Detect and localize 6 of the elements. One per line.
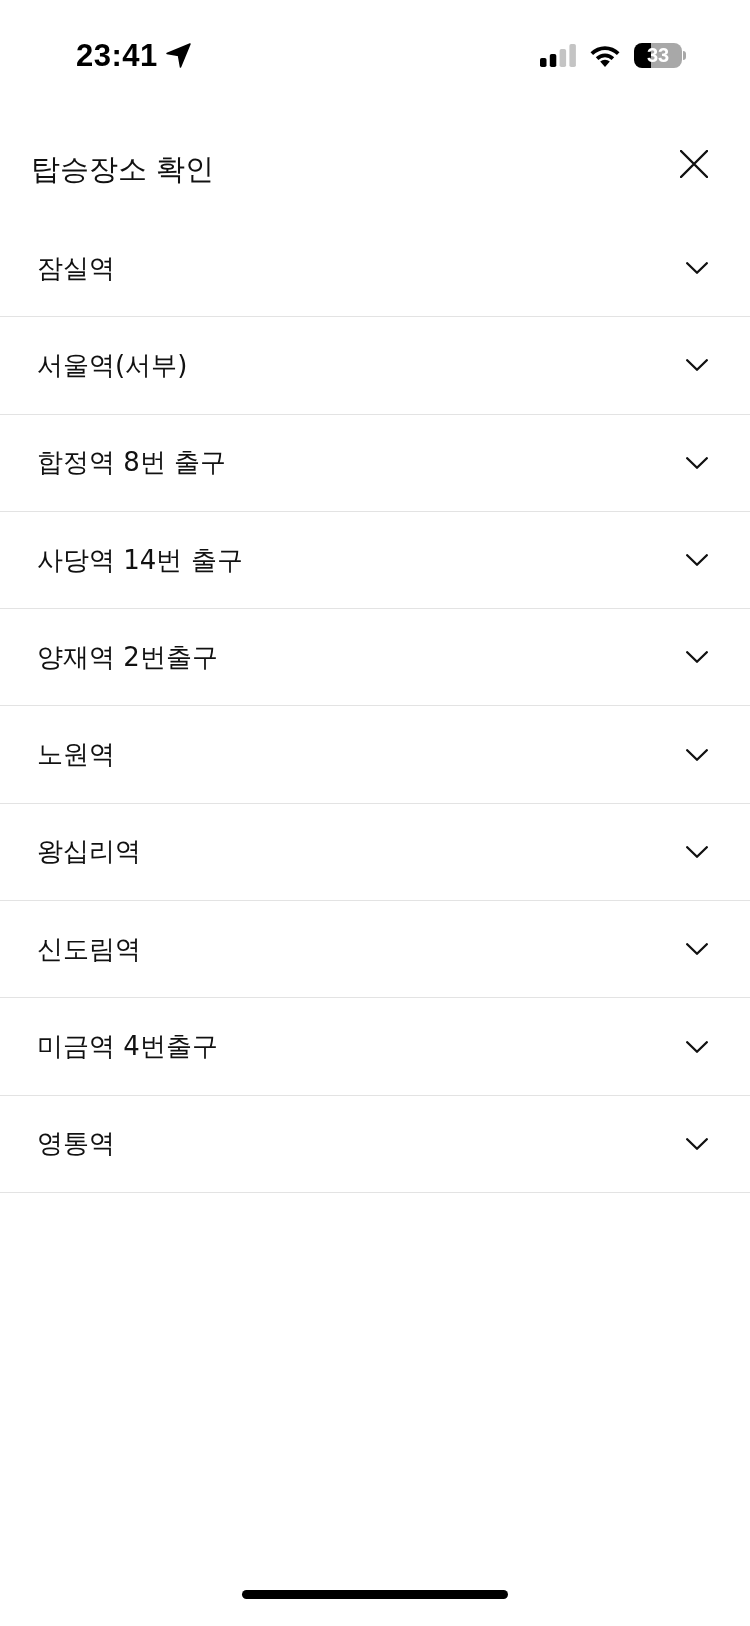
wifi-icon <box>589 43 621 67</box>
sheet-title: 탑승장소 확인 <box>31 151 215 188</box>
close-icon[interactable] <box>680 150 708 178</box>
signal-icon <box>540 43 576 67</box>
status-time: 23:41 <box>76 39 158 71</box>
location-arrow-icon <box>165 42 191 68</box>
